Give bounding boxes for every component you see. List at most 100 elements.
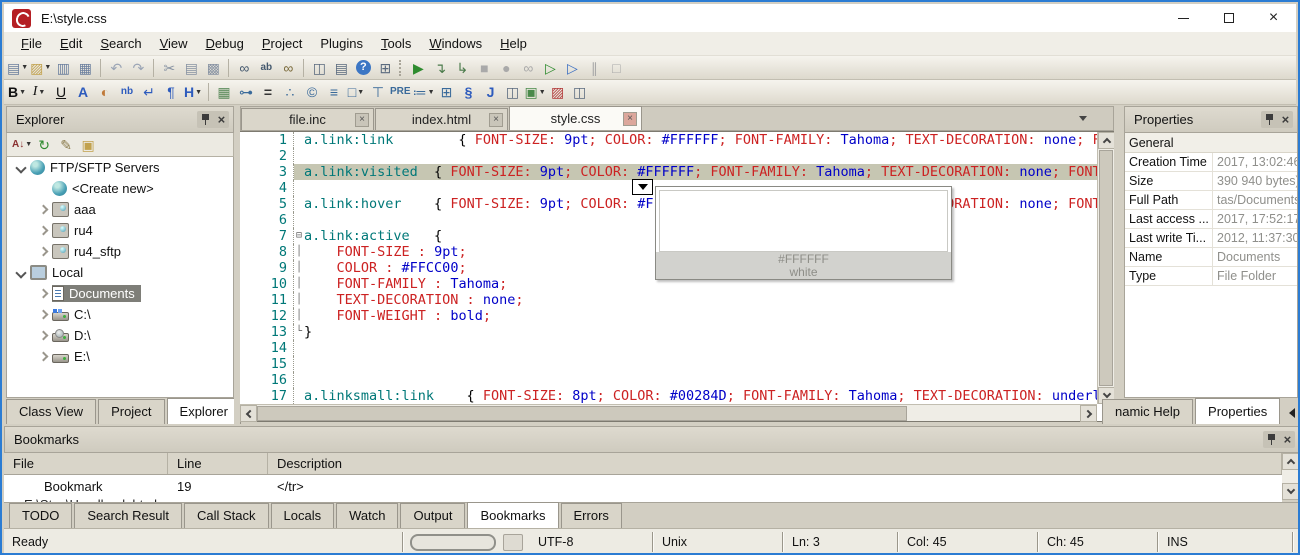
preformatted-button[interactable]: PRE <box>390 82 411 102</box>
expand-chevron-icon[interactable] <box>15 267 27 279</box>
property-row-creation-time[interactable]: Creation Time2017, 13:02:46 <box>1125 153 1297 172</box>
output-tab-bookmarks[interactable]: Bookmarks <box>467 502 558 528</box>
expand-chevron-icon[interactable] <box>37 204 49 216</box>
property-row-full-path[interactable]: Full Pathtas/Documents <box>1125 191 1297 210</box>
panel-close-icon[interactable]: × <box>1283 433 1291 446</box>
code-line-15[interactable]: 15 <box>240 356 1097 372</box>
bookmarks-column-description[interactable]: Description <box>268 453 1282 474</box>
output-tab-watch[interactable]: Watch <box>336 503 398 528</box>
align-button[interactable]: ≡ <box>324 82 344 102</box>
document-tab-file-inc[interactable]: file.inc× <box>241 108 374 130</box>
tab-list-button[interactable] <box>1075 112 1091 124</box>
help-button[interactable]: ? <box>353 58 373 78</box>
tree-item-d[interactable]: D:\ <box>7 325 233 346</box>
scroll-right-button[interactable] <box>1080 405 1097 422</box>
code-line-1[interactable]: 1a.link:link { FONT-SIZE: 9pt; COLOR: #F… <box>240 132 1097 148</box>
horizontal-rule-button[interactable]: = <box>258 82 278 102</box>
editor-vertical-scrollbar[interactable] <box>1097 132 1114 404</box>
right-splitter[interactable] <box>1114 106 1124 424</box>
tree-item-c[interactable]: C:\ <box>7 304 233 325</box>
bookmarks-column-file[interactable]: File <box>4 453 168 474</box>
find-button[interactable]: ∞ <box>234 58 254 78</box>
inspect-button[interactable]: ∞ <box>518 58 538 78</box>
close-button[interactable]: × <box>1251 4 1296 32</box>
bold-button[interactable]: B▼ <box>7 82 27 102</box>
output-tab-output[interactable]: Output <box>400 503 465 528</box>
italic-button[interactable]: I▼ <box>29 82 49 102</box>
breakpoint-button[interactable]: ● <box>496 58 516 78</box>
find-in-files-button[interactable]: ∞ <box>278 58 298 78</box>
redo-button[interactable]: ↷ <box>128 58 148 78</box>
underline-button[interactable]: U <box>51 82 71 102</box>
code-page-button[interactable]: ▤ <box>331 58 351 78</box>
expand-chevron-icon[interactable] <box>37 351 49 363</box>
bookmarks-column-line[interactable]: Line <box>168 453 268 474</box>
special-char-button[interactable]: ∴ <box>280 82 300 102</box>
property-row-last-write-ti[interactable]: Last write Ti...2012, 11:37:30 <box>1125 229 1297 248</box>
tree-item-create-new[interactable]: <Create new> <box>7 178 233 199</box>
menu-edit[interactable]: Edit <box>51 33 91 54</box>
nbsp-button[interactable]: nb <box>117 82 137 102</box>
run-button[interactable]: ▶ <box>408 58 428 78</box>
properties-tab-properties[interactable]: Properties <box>1195 398 1280 424</box>
tree-item-documents[interactable]: Documents <box>7 283 233 304</box>
split-view-button[interactable]: ◫ <box>309 58 329 78</box>
paste-button[interactable]: ▩ <box>203 58 223 78</box>
hyperlink-button[interactable]: ⊶ <box>236 82 256 102</box>
tree-item-aaa[interactable]: aaa <box>7 199 233 220</box>
menu-view[interactable]: View <box>151 33 197 54</box>
code-line-11[interactable]: 11│ TEXT-DECORATION : none; <box>240 292 1097 308</box>
code-line-12[interactable]: 12│ FONT-WEIGHT : bold; <box>240 308 1097 324</box>
tabs-scroll-left-button[interactable] <box>1285 404 1299 422</box>
refresh-button[interactable]: ↻ <box>34 135 54 155</box>
table-button[interactable]: ⊞ <box>437 82 457 102</box>
scroll-down-button[interactable] <box>1282 483 1299 500</box>
expand-chevron-icon[interactable] <box>37 246 49 258</box>
open-folder-button[interactable]: ▨▼ <box>30 58 51 78</box>
tree-item-ftp-sftp-servers[interactable]: FTP/SFTP Servers <box>7 157 233 178</box>
expand-chevron-icon[interactable] <box>37 288 49 300</box>
fold-marker-icon[interactable]: ⊟ <box>294 228 304 244</box>
editor-horizontal-scrollbar[interactable] <box>240 404 1097 421</box>
tree-item-ru4-sftp[interactable]: ru4_sftp <box>7 241 233 262</box>
scroll-up-button[interactable] <box>1282 453 1299 470</box>
new-file-button[interactable]: ▤▼ <box>7 58 28 78</box>
replace-button[interactable]: ab <box>256 58 276 78</box>
code-line-16[interactable]: 16 <box>240 372 1097 388</box>
horizontal-scroll-thumb[interactable] <box>257 406 907 421</box>
document-tab-style-css[interactable]: style.css× <box>509 106 642 130</box>
document-tab-index-html[interactable]: index.html× <box>375 108 508 130</box>
line-break-button[interactable]: ↵ <box>139 82 159 102</box>
palette-button[interactable]: ◐ <box>95 82 115 102</box>
tab-close-icon[interactable]: × <box>489 113 503 127</box>
output-tab-todo[interactable]: TODO <box>9 503 72 528</box>
property-row-size[interactable]: Size390 940 bytes) <box>1125 172 1297 191</box>
tree-item-local[interactable]: Local <box>7 262 233 283</box>
expand-chevron-icon[interactable] <box>15 162 27 174</box>
step-over-button[interactable]: ↳ <box>452 58 472 78</box>
pin-icon[interactable] <box>1267 434 1276 445</box>
bookmarks-scrollbar[interactable] <box>1282 453 1299 500</box>
menu-help[interactable]: Help <box>491 33 536 54</box>
explorer-tab-explorer[interactable]: Explorer <box>167 398 241 424</box>
tree-item-ru4[interactable]: ru4 <box>7 220 233 241</box>
color-dropdown-button[interactable] <box>632 179 653 195</box>
copy-button[interactable]: ▤ <box>181 58 201 78</box>
step-into-button[interactable]: ↴ <box>430 58 450 78</box>
save-all-button[interactable]: ▦ <box>75 58 95 78</box>
menu-windows[interactable]: Windows <box>420 33 491 54</box>
undo-button[interactable]: ↶ <box>106 58 126 78</box>
scroll-left-button[interactable] <box>240 405 257 422</box>
bookmark-row[interactable]: Bookmark19</tr> <box>4 475 1282 497</box>
tab-close-icon[interactable]: × <box>355 113 369 127</box>
broken-image-button[interactable]: ▨ <box>548 82 568 102</box>
code-line-2[interactable]: 2 <box>240 148 1097 164</box>
image-button[interactable]: ▦ <box>214 82 234 102</box>
property-row-type[interactable]: TypeFile Folder <box>1125 267 1297 286</box>
edit-properties-button[interactable]: ✎ <box>56 135 76 155</box>
vertical-scroll-thumb[interactable] <box>1099 150 1113 386</box>
run-script-button[interactable]: ▷ <box>562 58 582 78</box>
expand-chevron-icon[interactable] <box>37 309 49 321</box>
menu-tools[interactable]: Tools <box>372 33 420 54</box>
explorer-tab-class-view[interactable]: Class View <box>6 399 96 424</box>
